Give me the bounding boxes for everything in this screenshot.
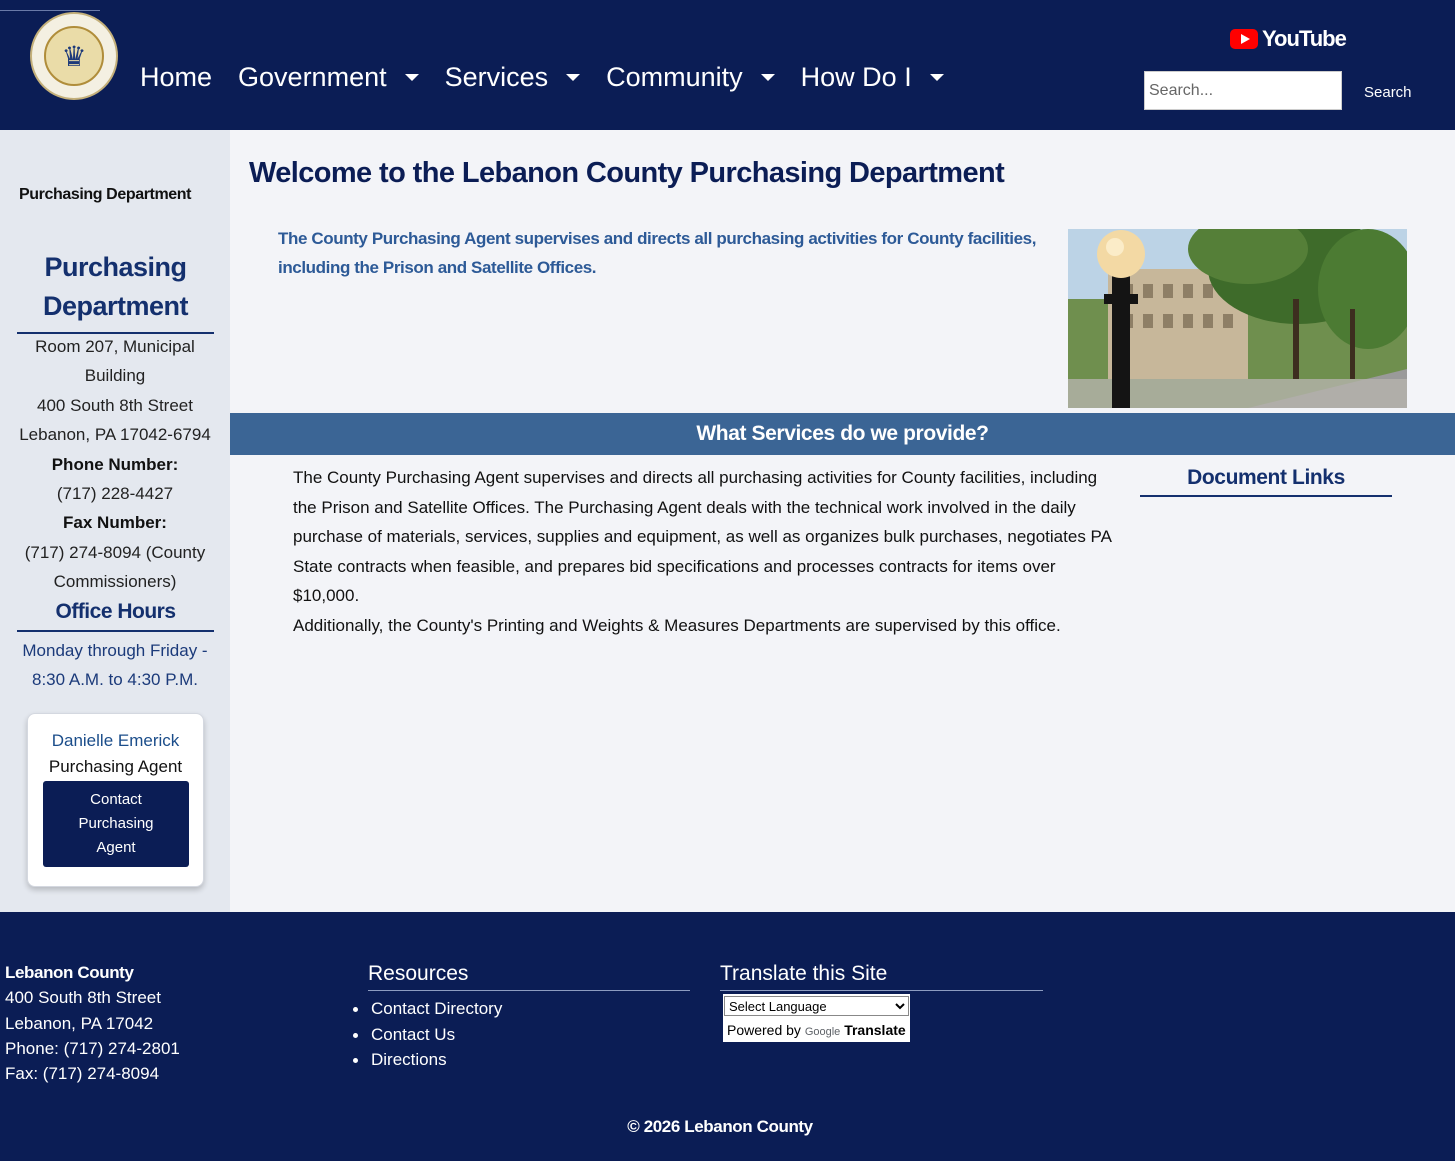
footer-city: Lebanon, PA 17042 <box>5 1013 154 1033</box>
building-photo <box>1068 229 1407 408</box>
sidebar: Purchasing Department Purchasing Departm… <box>0 130 230 912</box>
search-input[interactable] <box>1144 71 1342 110</box>
resources-list: Contact Directory Contact Us Directions <box>352 996 502 1073</box>
translate-heading: Translate this Site <box>720 962 1043 991</box>
youtube-play-icon <box>1230 29 1258 49</box>
header-divider <box>0 10 100 11</box>
youtube-wordmark: YouTube <box>1262 26 1347 51</box>
footer-fax: Fax: (717) 274-8094 <box>5 1064 160 1084</box>
site-footer: Lebanon County 400 South 8th Street Leba… <box>0 912 1455 1161</box>
fax-number: (717) 274-8094 (County Commissioners) <box>24 542 206 592</box>
address-line1: Room 207, Municipal Building <box>35 337 195 386</box>
resource-link-directions[interactable]: Directions <box>352 1047 502 1073</box>
main-nav: Home Government Services Community How D… <box>140 62 944 93</box>
services-description: The County Purchasing Agent supervises a… <box>293 463 1123 640</box>
document-links-heading: Document Links <box>1140 466 1392 497</box>
footer-street: 400 South 8th Street <box>5 988 161 1008</box>
resources-heading: Resources <box>368 962 690 991</box>
services-paragraph-2: Additionally, the County's Printing and … <box>293 615 1061 635</box>
caret-down-icon <box>566 74 581 81</box>
site-header: ♛ Home Government Services Community How… <box>0 0 1455 130</box>
caret-down-icon <box>929 74 944 81</box>
county-seal-logo[interactable]: ♛ <box>30 12 118 100</box>
nav-how-do-i[interactable]: How Do I <box>801 62 944 93</box>
intro-text: The County Purchasing Agent supervises a… <box>278 229 1037 277</box>
sidebar-title: Purchasing Department <box>17 248 214 334</box>
office-hours-text: Monday through Friday - 8:30 A.M. to 4:3… <box>22 641 208 689</box>
contact-agent-button[interactable]: Contact Purchasing Agent <box>43 781 189 867</box>
fax-label: Fax Number: <box>63 513 167 533</box>
sidebar-contact-info: Room 207, Municipal Building 400 South 8… <box>10 332 220 597</box>
eagle-shield-icon: ♛ <box>44 26 104 86</box>
page-title: Welcome to the Lebanon County Purchasing… <box>249 157 1005 189</box>
phone-number: (717) 228-4427 <box>56 484 174 504</box>
search-button[interactable]: Search <box>1356 80 1420 105</box>
caret-down-icon <box>404 74 419 81</box>
nav-home[interactable]: Home <box>140 62 212 93</box>
footer-phone: Phone: (717) 274-2801 <box>5 1038 180 1058</box>
contact-name-link[interactable]: Danielle Emerick <box>28 731 203 751</box>
services-paragraph: The County Purchasing Agent supervises a… <box>293 468 1112 605</box>
office-hours-heading: Office Hours <box>17 600 214 632</box>
sidebar-breadcrumb[interactable]: Purchasing Department <box>19 186 191 204</box>
caret-down-icon <box>760 74 775 81</box>
language-select[interactable]: Select Language <box>724 996 909 1016</box>
resource-link-contact-directory[interactable]: Contact Directory <box>352 996 502 1022</box>
nav-government[interactable]: Government <box>238 62 419 93</box>
powered-by-google: Powered by Google Translate <box>727 1022 906 1038</box>
footer-address: Lebanon County 400 South 8th Street Leba… <box>5 960 180 1086</box>
contact-card: Danielle Emerick Purchasing Agent Contac… <box>27 713 204 887</box>
phone-label: Phone Number: <box>51 454 179 474</box>
services-heading-band: What Services do we provide? <box>230 413 1455 455</box>
google-logo: Google <box>804 1026 841 1038</box>
google-translate-widget: Select Language Powered by Google Transl… <box>723 994 910 1042</box>
nav-services[interactable]: Services <box>445 62 581 93</box>
street-lamp-photo-image <box>1068 229 1407 408</box>
footer-org-name: Lebanon County <box>5 963 134 982</box>
copyright-notice: © 2026 Lebanon County <box>627 1117 813 1136</box>
nav-community[interactable]: Community <box>606 62 775 93</box>
address-line3: Lebanon, PA 17042-6794 <box>19 425 211 445</box>
address-line2: 400 South 8th Street <box>37 395 193 415</box>
resource-link-contact-us[interactable]: Contact Us <box>352 1022 502 1048</box>
youtube-link[interactable]: YouTube <box>1230 26 1347 52</box>
contact-role: Purchasing Agent <box>48 757 183 776</box>
translate-wordmark[interactable]: Translate <box>844 1022 905 1038</box>
